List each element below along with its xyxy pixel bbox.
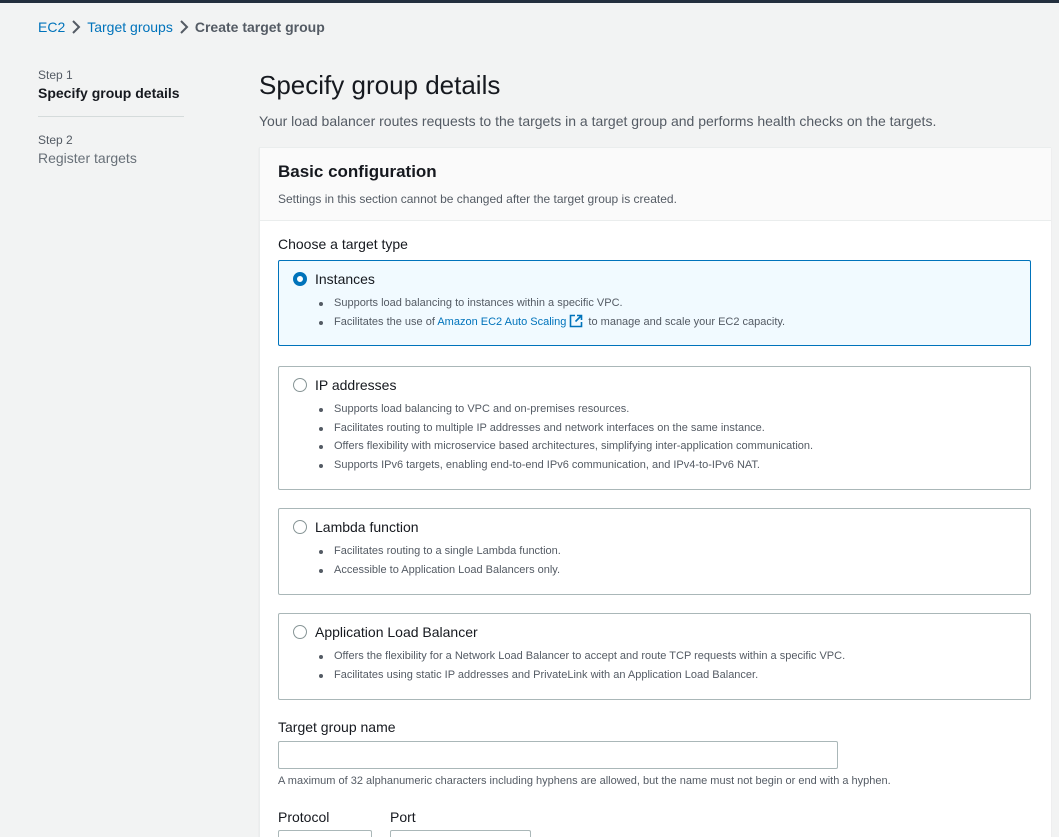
target-type-ip-addresses[interactable]: IP addresses Supports load balancing to … — [278, 366, 1031, 490]
top-bar — [0, 0, 1059, 3]
chevron-right-icon — [65, 20, 87, 34]
step-1[interactable]: Step 1 Specify group details — [38, 68, 184, 101]
chevron-right-icon — [173, 20, 195, 34]
step-divider — [38, 116, 184, 117]
breadcrumb-current: Create target group — [194, 19, 325, 35]
breadcrumb-target-groups[interactable]: Target groups — [87, 19, 173, 35]
page-description: Your load balancer routes requests to th… — [259, 113, 937, 129]
bullet-item: Supports load balancing to instances wit… — [318, 294, 785, 313]
option-bullets-instances: Supports load balancing to instances wit… — [318, 294, 785, 335]
bullet-item: Facilitates routing to multiple IP addre… — [318, 419, 813, 438]
protocol-label: Protocol — [278, 809, 330, 825]
port-input[interactable] — [390, 830, 531, 837]
target-type-instances[interactable]: Instances Supports load balancing to ins… — [278, 260, 1031, 346]
panel-header: Basic configuration Settings in this sec… — [260, 148, 1051, 221]
bullet-item: Offers the flexibility for a Network Loa… — [318, 647, 845, 666]
wizard-steps: Step 1 Specify group details Step 2 Regi… — [38, 68, 184, 166]
option-title-ip-addresses: IP addresses — [315, 377, 397, 393]
bullet-item: Offers flexibility with microservice bas… — [318, 437, 813, 456]
step-1-title: Specify group details — [38, 85, 180, 101]
target-group-name-label: Target group name — [278, 719, 396, 735]
option-title-instances: Instances — [315, 271, 375, 287]
panel-title: Basic configuration — [278, 162, 437, 181]
option-title-application-load-balancer: Application Load Balancer — [315, 624, 478, 640]
bullet-item: Supports IPv6 targets, enabling end-to-e… — [318, 456, 813, 475]
bullet-item: Facilitates the use of Amazon EC2 Auto S… — [318, 313, 785, 335]
bullet-item: Supports load balancing to VPC and on-pr… — [318, 400, 813, 419]
step-1-label: Step 1 — [38, 68, 73, 82]
bullet-item: Facilitates routing to a single Lambda f… — [319, 542, 561, 561]
option-title-lambda-function: Lambda function — [315, 519, 419, 535]
basic-configuration-panel: Basic configuration Settings in this sec… — [259, 147, 1051, 837]
step-2-title: Register targets — [38, 150, 137, 166]
panel-subtitle: Settings in this section cannot be chang… — [278, 192, 677, 206]
option-bullets-ip-addresses: Supports load balancing to VPC and on-pr… — [318, 400, 813, 475]
radio-application-load-balancer[interactable] — [293, 625, 307, 639]
protocol-select[interactable] — [278, 830, 372, 837]
target-type-lambda-function[interactable]: Lambda function Facilitates routing to a… — [278, 508, 1031, 595]
main-content: Specify group details Your load balancer… — [259, 70, 1059, 130]
target-type-label: Choose a target type — [278, 236, 408, 252]
step-2-label: Step 2 — [38, 133, 73, 147]
ec2-auto-scaling-link[interactable]: Amazon EC2 Auto Scaling — [437, 316, 566, 328]
target-group-name-input[interactable] — [278, 741, 838, 769]
external-link-icon[interactable] — [569, 314, 583, 335]
port-label: Port — [390, 809, 416, 825]
step-2: Step 2 Register targets — [38, 133, 184, 166]
option-bullets-lambda-function: Facilitates routing to a single Lambda f… — [319, 542, 561, 580]
page-title: Specify group details — [259, 70, 501, 100]
bullet-item: Accessible to Application Load Balancers… — [319, 561, 561, 580]
target-type-application-load-balancer[interactable]: Application Load Balancer Offers the fle… — [278, 613, 1031, 700]
breadcrumb-ec2[interactable]: EC2 — [38, 19, 65, 35]
radio-lambda-function[interactable] — [293, 520, 307, 534]
target-group-name-hint: A maximum of 32 alphanumeric characters … — [278, 775, 891, 787]
radio-instances[interactable] — [293, 272, 307, 286]
breadcrumb: EC2 Target groups Create target group — [38, 18, 325, 36]
radio-ip-addresses[interactable] — [293, 378, 307, 392]
bullet-item: Facilitates using static IP addresses an… — [318, 666, 845, 685]
option-bullets-application-load-balancer: Offers the flexibility for a Network Loa… — [318, 647, 845, 685]
